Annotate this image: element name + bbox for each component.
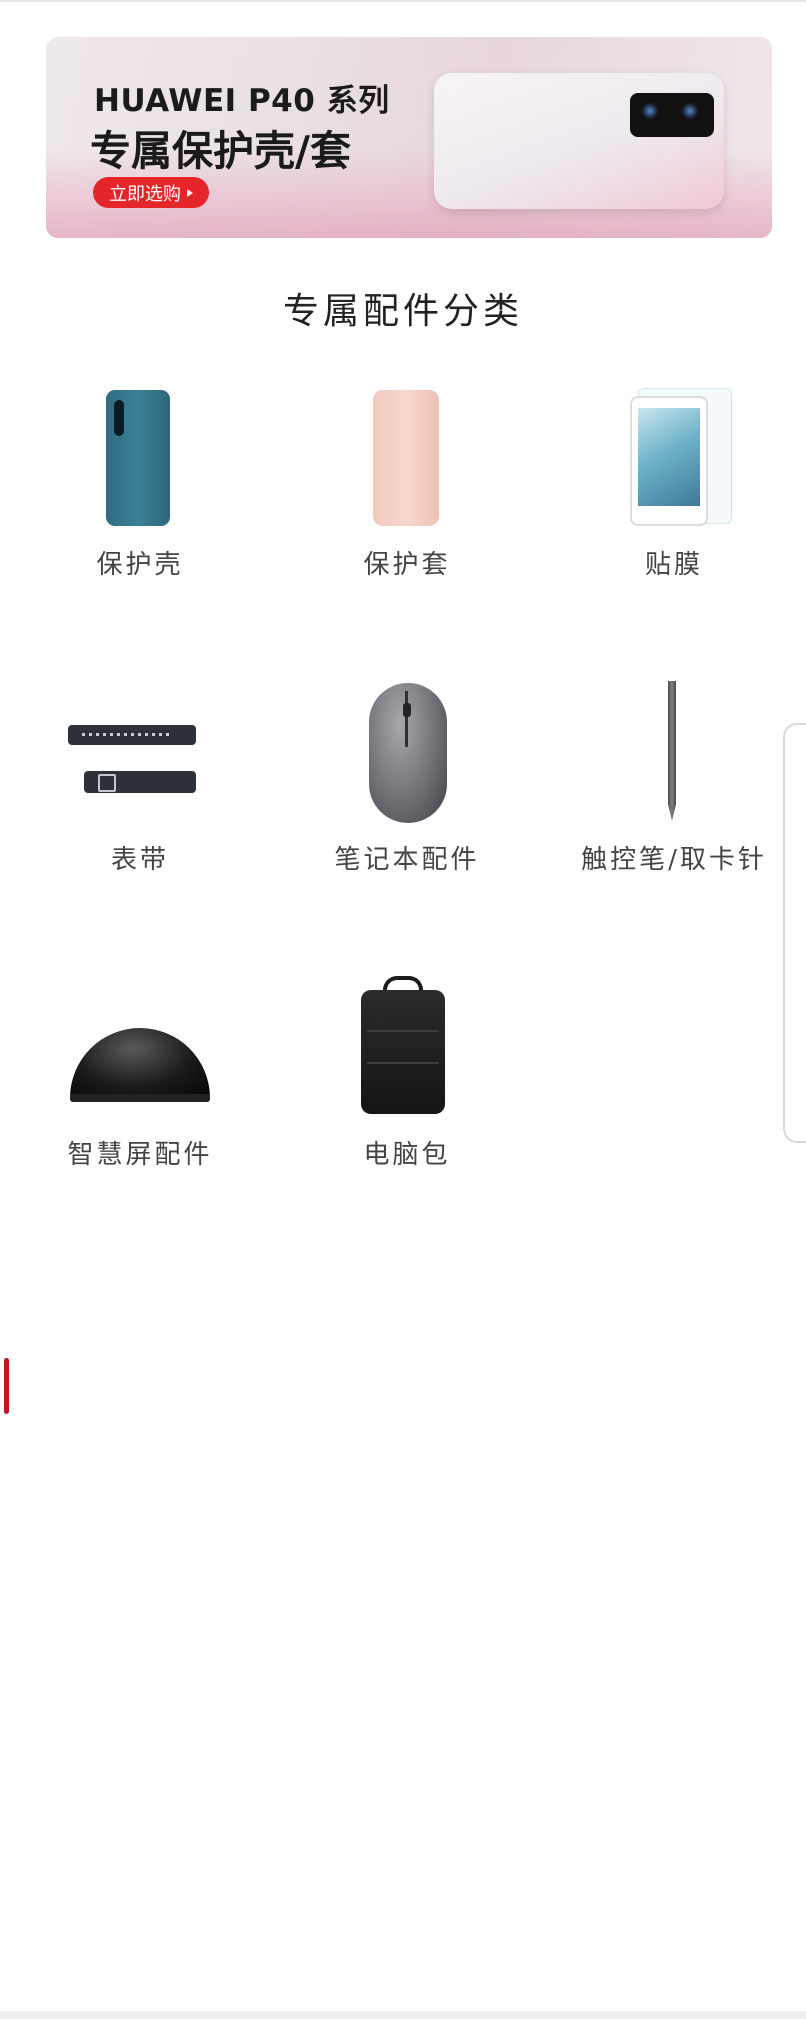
- tablet-screen-film-icon: [594, 378, 754, 528]
- mouse-icon: [327, 673, 487, 823]
- category-item-smart-screen[interactable]: 智慧屏配件: [20, 968, 260, 1171]
- top-divider: [0, 0, 806, 2]
- blue-phone-case-icon: [60, 378, 220, 528]
- banner-brand: HUAWEI P40 系列: [94, 83, 390, 119]
- stylus-icon: [594, 673, 754, 823]
- scroll-indicator: [4, 1358, 9, 1414]
- category-label: 触控笔/取卡针: [581, 845, 767, 875]
- watch-strap-icon: [60, 673, 220, 823]
- category-item-laptop-accessories[interactable]: 笔记本配件: [287, 673, 527, 876]
- bottom-edge: [0, 2011, 806, 2019]
- category-label: 笔记本配件: [334, 845, 480, 875]
- play-arrow-icon: [187, 188, 193, 197]
- category-item-film[interactable]: 贴膜: [554, 378, 794, 581]
- category-label: 智慧屏配件: [67, 1140, 213, 1170]
- category-item-case[interactable]: 保护壳: [20, 378, 260, 581]
- category-item-laptop-bag[interactable]: 电脑包: [287, 968, 527, 1171]
- category-item-strap[interactable]: 表带: [20, 673, 260, 876]
- promo-banner[interactable]: HUAWEI P40 系列 专属保护壳/套 立即选购: [46, 37, 772, 238]
- section-title: 专属配件分类: [282, 291, 523, 332]
- pink-flip-cover-icon: [327, 378, 487, 528]
- banner-headline: 专属保护壳/套: [90, 127, 351, 175]
- category-item-cover[interactable]: 保护套: [287, 378, 527, 581]
- backpack-icon: [327, 968, 487, 1118]
- category-label: 保护壳: [96, 550, 184, 580]
- category-item-stylus[interactable]: 触控笔/取卡针: [554, 673, 794, 876]
- category-label: 保护套: [363, 550, 451, 580]
- category-label: 贴膜: [644, 550, 703, 580]
- dome-camera-icon: [60, 968, 220, 1118]
- category-label: 表带: [110, 845, 169, 875]
- camera-module-image: [630, 93, 714, 137]
- side-drawer-handle[interactable]: [783, 723, 806, 1143]
- category-label: 电脑包: [363, 1140, 451, 1170]
- buy-now-button[interactable]: 立即选购: [93, 177, 209, 208]
- buy-now-label: 立即选购: [109, 183, 181, 205]
